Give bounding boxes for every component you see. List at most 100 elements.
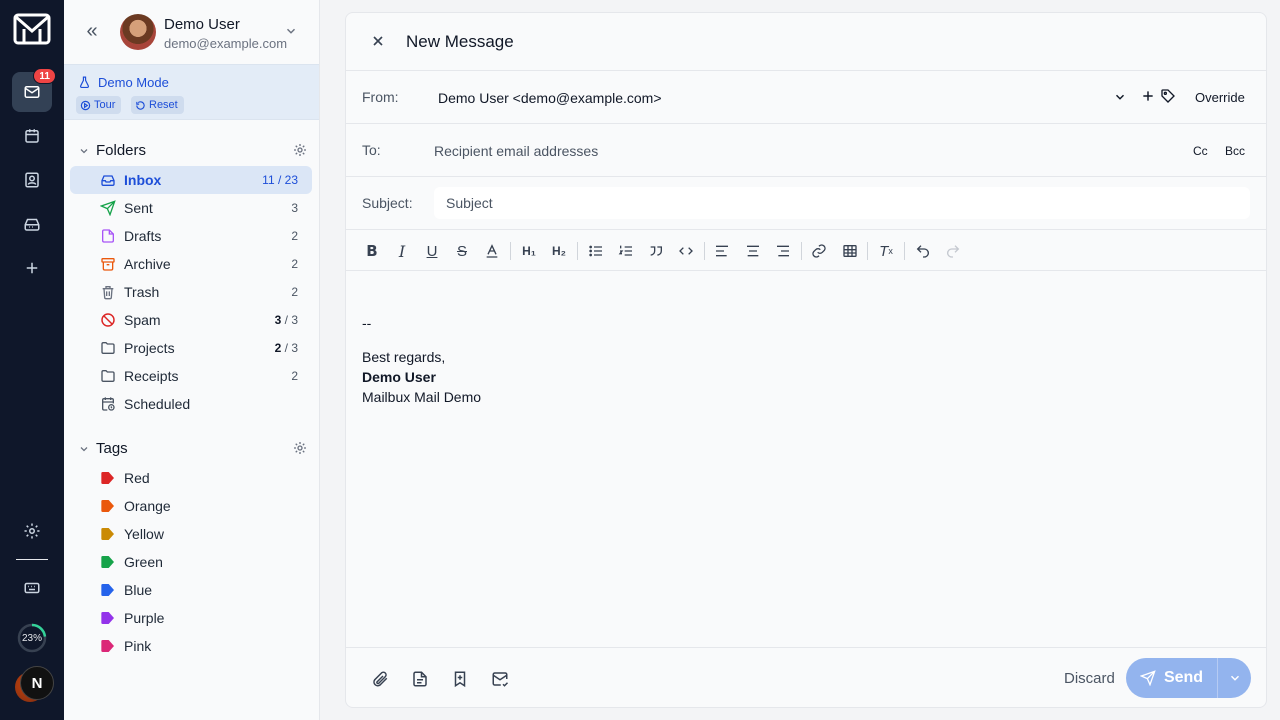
tour-label: Tour	[94, 99, 116, 111]
reset-button[interactable]: Reset	[131, 96, 184, 114]
rail-settings-button[interactable]	[12, 511, 52, 551]
folder-label: Trash	[124, 284, 160, 300]
table-icon[interactable]	[840, 241, 860, 261]
flask-icon	[79, 76, 90, 89]
tag-label: Green	[124, 554, 163, 570]
folder-receipts[interactable]: Receipts 2	[70, 362, 312, 390]
tag-icon	[101, 528, 114, 540]
inbox-icon	[101, 175, 115, 186]
mail-logo-icon[interactable]	[13, 12, 51, 46]
to-input[interactable]	[434, 141, 1114, 161]
from-label: From:	[362, 89, 399, 105]
folder-sent[interactable]: Sent 3	[70, 194, 312, 222]
heading2-icon[interactable]: H₂	[549, 241, 569, 261]
keyboard-icon	[24, 582, 40, 594]
bcc-button[interactable]: Bcc	[1225, 144, 1245, 158]
tag-yellow[interactable]: Yellow	[70, 520, 312, 548]
redo-icon[interactable]	[943, 241, 963, 261]
link-icon[interactable]	[809, 241, 829, 261]
chevron-down-icon	[1230, 675, 1239, 681]
heading1-icon[interactable]: H₁	[519, 241, 539, 261]
cc-button[interactable]: Cc	[1193, 144, 1208, 158]
subject-input[interactable]	[446, 193, 1236, 213]
align-right-icon[interactable]	[773, 241, 793, 261]
folder-trash[interactable]: Trash 2	[70, 278, 312, 306]
tags-header[interactable]: Tags	[78, 440, 308, 457]
reset-icon	[136, 100, 145, 110]
message-body[interactable]: -- Best regards, Demo User Mailbux Mail …	[362, 313, 481, 407]
tour-button[interactable]: Tour	[76, 96, 122, 114]
tag-blue[interactable]: Blue	[70, 576, 312, 604]
tag-label: Purple	[124, 610, 165, 626]
n-button[interactable]: N	[20, 666, 54, 700]
envelope-check-icon[interactable]	[491, 670, 509, 688]
chevron-down-icon[interactable]	[284, 24, 298, 38]
chevron-down-icon[interactable]	[1113, 90, 1127, 104]
send-label: Send	[1163, 669, 1204, 686]
storage-percent: 23%	[21, 632, 42, 644]
override-button[interactable]: Override	[1195, 90, 1245, 105]
tag-label: Red	[124, 470, 150, 486]
text-color-icon[interactable]	[482, 241, 502, 261]
avatar[interactable]	[120, 14, 156, 50]
plus-icon[interactable]	[1141, 89, 1155, 103]
bullet-list-icon[interactable]	[586, 241, 606, 261]
send-icon	[100, 200, 116, 216]
folder-spam[interactable]: Spam 3 / 3	[70, 306, 312, 334]
tag-purple[interactable]: Purple	[70, 604, 312, 632]
tag-icon	[101, 640, 114, 652]
user-email: demo@example.com	[164, 36, 288, 51]
folders-settings-icon[interactable]	[292, 142, 308, 158]
clear-format-icon[interactable]: Tx	[876, 241, 896, 261]
folder-archive[interactable]: Archive 2	[70, 250, 312, 278]
compose-window: New Message From: Demo User <demo@exampl…	[345, 12, 1267, 708]
discard-button[interactable]: Discard	[1064, 670, 1115, 687]
toolbar-divider	[801, 242, 802, 260]
bold-icon[interactable]: B	[362, 241, 382, 261]
unread-badge: 11	[33, 68, 56, 84]
tag-green[interactable]: Green	[70, 548, 312, 576]
numbered-list-icon[interactable]	[616, 241, 636, 261]
underline-icon[interactable]: U	[422, 241, 442, 261]
italic-icon[interactable]: I	[392, 241, 412, 261]
folder-projects[interactable]: Projects 2 / 3	[70, 334, 312, 362]
align-left-icon[interactable]	[712, 241, 732, 261]
tag-icon[interactable]	[1160, 88, 1176, 104]
template-file-icon[interactable]	[411, 670, 429, 688]
undo-icon[interactable]	[913, 241, 933, 261]
rail-calendar-button[interactable]	[12, 116, 52, 156]
folder-label: Receipts	[124, 368, 179, 384]
to-row: To: Cc Bcc	[346, 124, 1266, 177]
plus-icon	[26, 262, 38, 274]
strikethrough-icon[interactable]: S	[452, 241, 472, 261]
rail-storage-button[interactable]	[12, 204, 52, 244]
rail-keyboard-button[interactable]	[12, 568, 52, 608]
from-select[interactable]: Demo User <demo@example.com>	[438, 90, 662, 106]
folder-drafts[interactable]: Drafts 2	[70, 222, 312, 250]
folder-scheduled[interactable]: Scheduled	[70, 390, 312, 418]
quote-icon[interactable]	[646, 241, 666, 261]
rail-mail-button[interactable]: 11	[12, 68, 56, 112]
collapse-sidebar-icon[interactable]: «	[82, 21, 102, 41]
close-icon[interactable]	[370, 33, 386, 49]
tags-settings-icon[interactable]	[292, 440, 308, 456]
tag-pink[interactable]: Pink	[70, 632, 312, 660]
paperclip-icon[interactable]	[371, 670, 389, 688]
archive-icon	[101, 258, 115, 271]
tag-red[interactable]: Red	[70, 464, 312, 492]
folders-header[interactable]: Folders	[78, 142, 308, 159]
format-toolbar: B I U S H₁ H₂ Tx	[346, 230, 1266, 271]
code-icon[interactable]	[676, 241, 696, 261]
tag-label: Yellow	[124, 526, 164, 542]
bookmark-add-icon[interactable]	[451, 670, 469, 688]
send-options-button[interactable]	[1218, 658, 1251, 698]
tag-icon	[101, 472, 114, 484]
folder-inbox[interactable]: Inbox 11 / 23	[70, 166, 312, 194]
send-button[interactable]: Send	[1126, 658, 1218, 698]
rail-contacts-button[interactable]	[12, 160, 52, 200]
folder-icon	[101, 342, 115, 354]
align-center-icon[interactable]	[743, 241, 763, 261]
tag-orange[interactable]: Orange	[70, 492, 312, 520]
rail-add-button[interactable]	[12, 248, 52, 288]
subject-row: Subject:	[346, 177, 1266, 230]
